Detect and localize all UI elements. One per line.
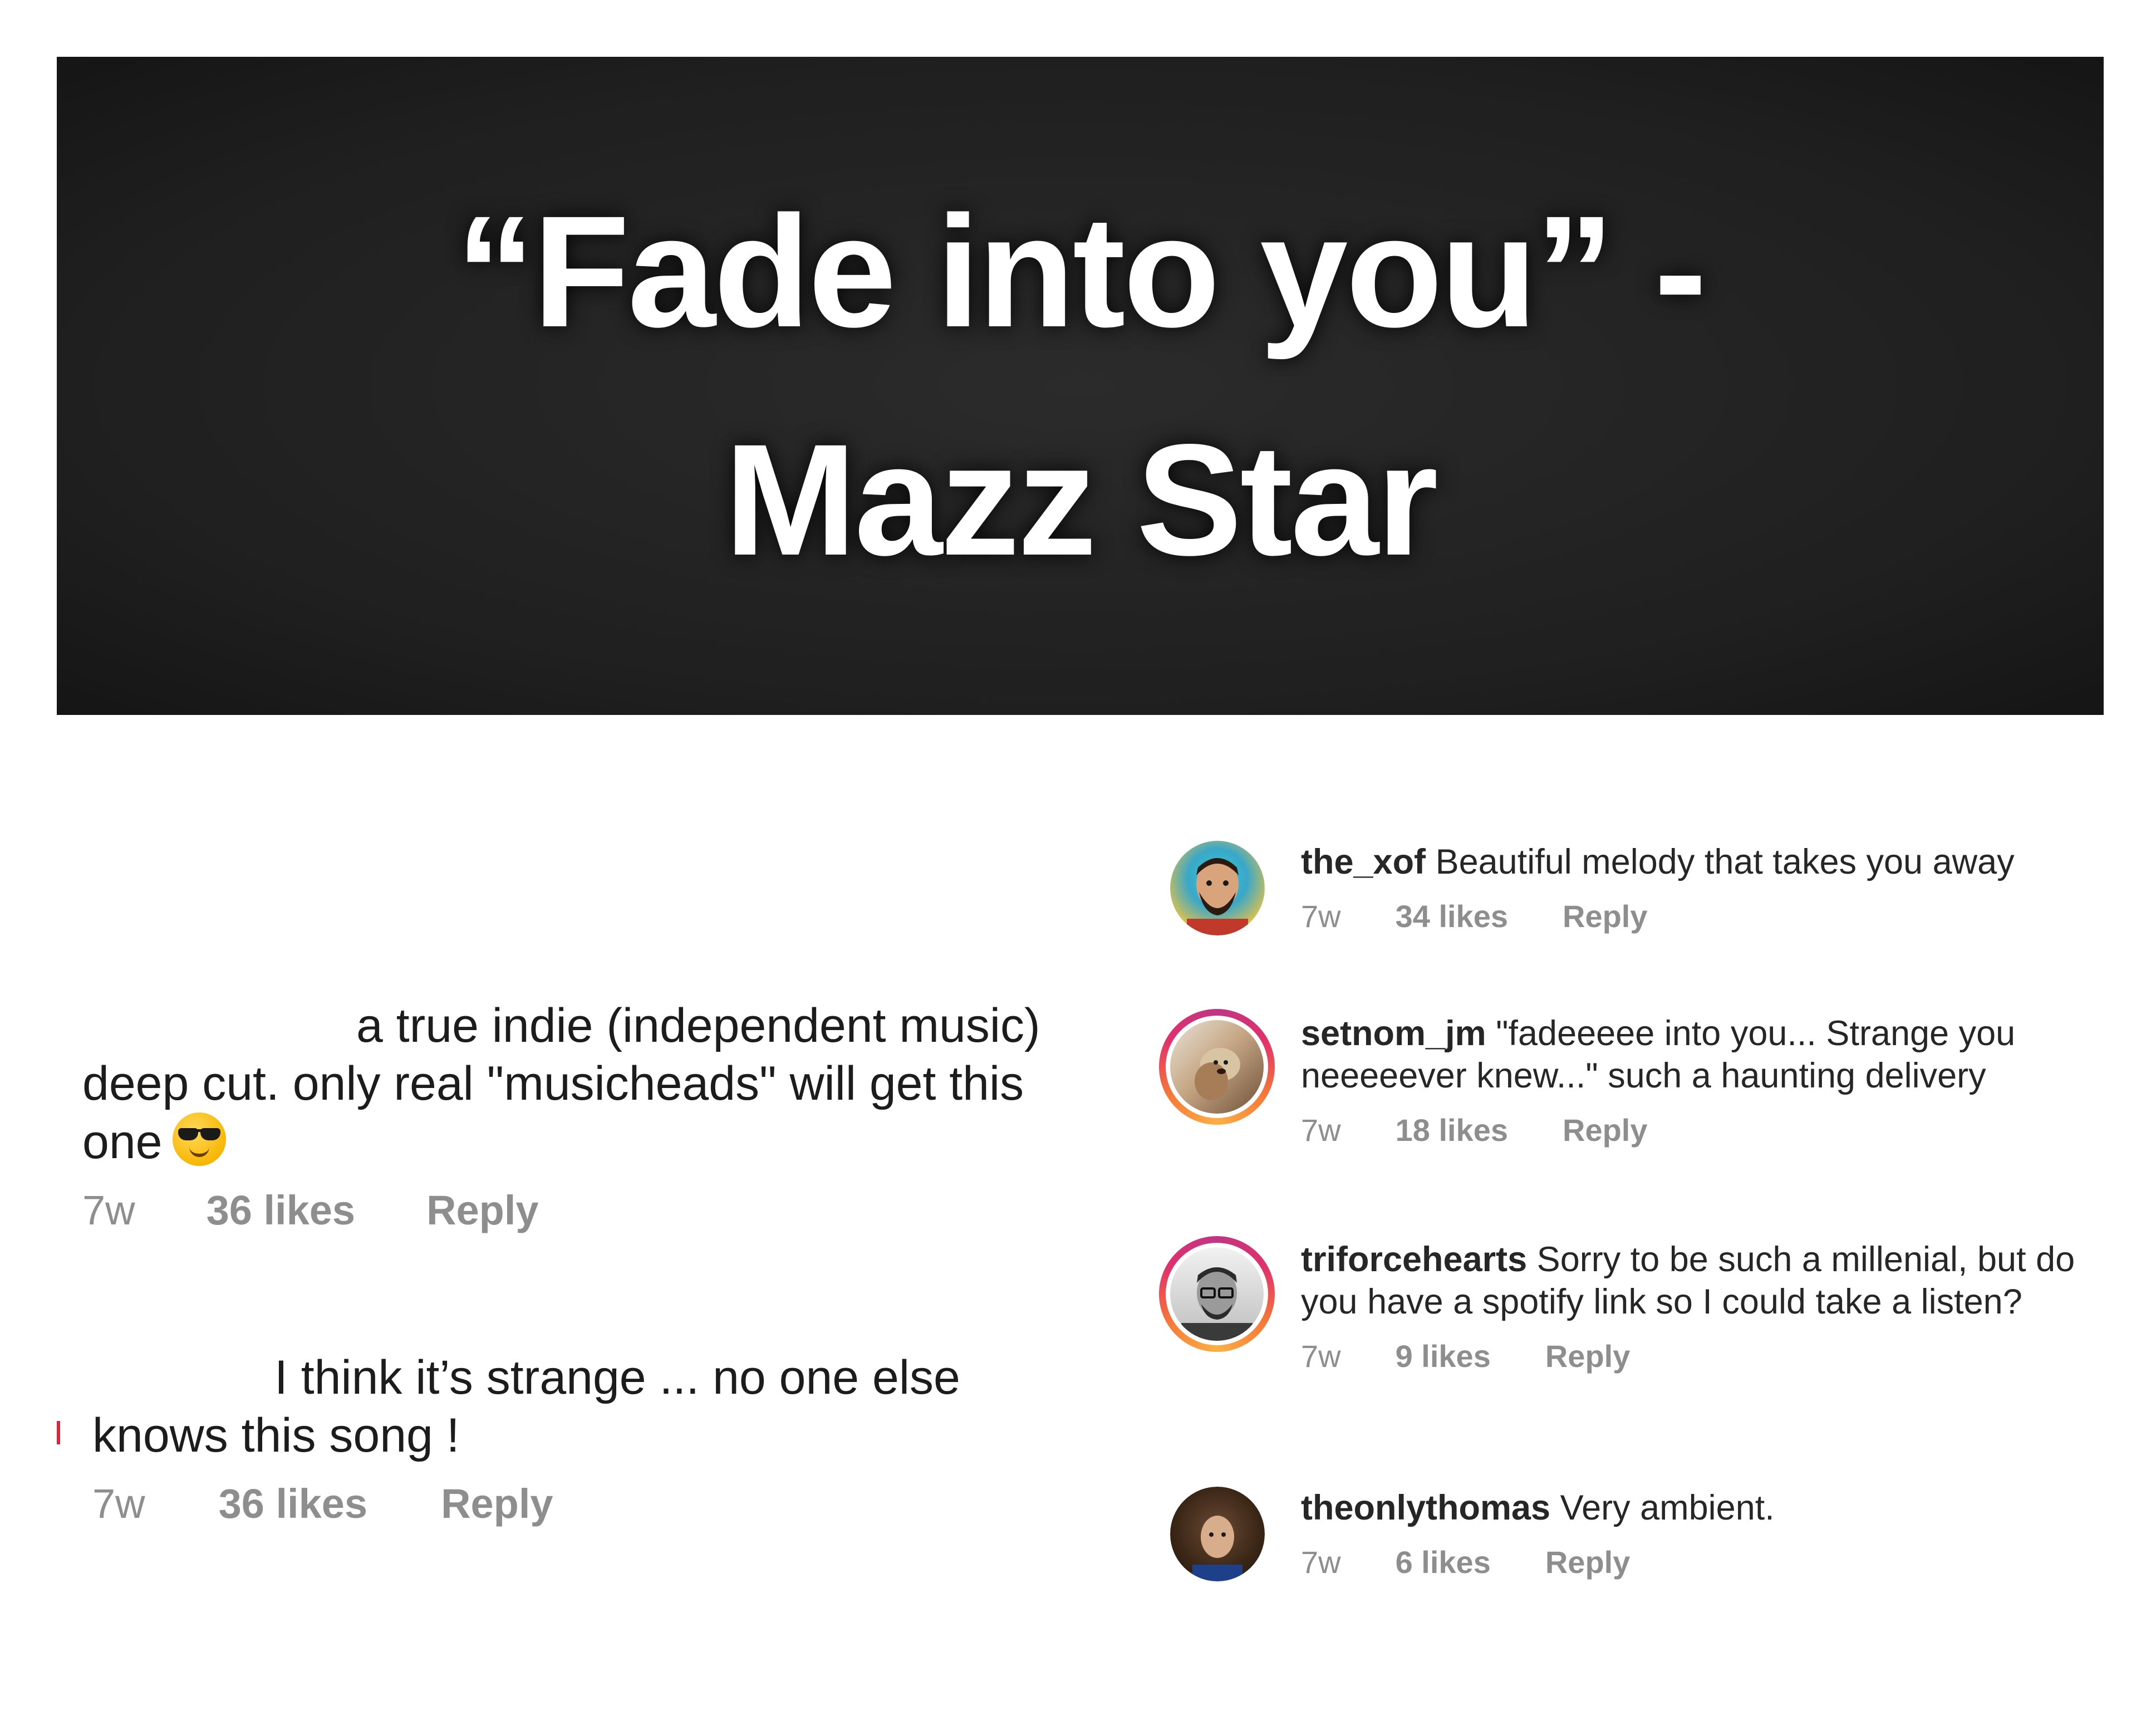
comment-meta: 7w 36 likes Reply: [82, 1187, 1040, 1234]
red-story-ring-fragment: [57, 1421, 60, 1444]
username-link[interactable]: theonlythomas: [1301, 1488, 1550, 1527]
reply-button[interactable]: Reply: [1545, 1335, 1630, 1378]
comment-time: 7w: [1301, 1545, 1341, 1580]
comment-time: 7w: [92, 1481, 145, 1527]
comment-likes-link[interactable]: 34 likes: [1396, 895, 1508, 938]
reply-button[interactable]: Reply: [441, 1480, 553, 1527]
comment-content: setnom_jm "fadeeeee into you... Strange …: [1301, 1012, 2125, 1097]
comment-time: 7w: [1301, 899, 1341, 934]
reply-button[interactable]: Reply: [1563, 895, 1648, 938]
comment-text-line: deep cut. only real "musicheads" will ge…: [82, 1057, 1024, 1110]
dog-photo-avatar-icon: [1170, 1020, 1264, 1114]
comment-meta: 7w 6 likes Reply: [1301, 1541, 2125, 1584]
comment-time: 7w: [1301, 1113, 1341, 1148]
comment-likes-link[interactable]: 18 likes: [1396, 1109, 1508, 1151]
comment-likes-link[interactable]: 36 likes: [207, 1187, 355, 1234]
comment-meta: 7w 18 likes Reply: [1301, 1109, 2125, 1151]
left-comment-2: I think it’s strange ... no one else kno…: [92, 1349, 960, 1527]
comment-likes-link[interactable]: 6 likes: [1396, 1541, 1491, 1584]
comment-content: the_xof Beautiful melody that takes you …: [1301, 841, 2125, 883]
username-link[interactable]: the_xof: [1301, 842, 1426, 881]
curly-hair-avatar-icon: [1170, 1487, 1265, 1581]
sunglasses-emoji-icon: [172, 1113, 226, 1166]
comment-time: 7w: [1301, 1339, 1341, 1374]
comment-meta: 7w 34 likes Reply: [1301, 895, 2125, 938]
comment-body: setnom_jm "fadeeeee into you... Strange …: [1301, 1012, 2125, 1151]
title-banner: “Fade into you” - Mazz Star: [57, 57, 2104, 715]
comment-text-line: I think it’s strange ... no one else: [274, 1351, 960, 1404]
comment-text: Very ambient.: [1560, 1488, 1775, 1527]
comment-content: theonlythomas Very ambient.: [1301, 1487, 2125, 1529]
avatar-story-ring[interactable]: [1159, 1236, 1275, 1352]
avatar[interactable]: [1170, 841, 1265, 935]
man-glasses-avatar-icon: [1170, 1247, 1264, 1341]
comment-text-line: knows this song !: [92, 1409, 460, 1462]
username-link[interactable]: triforcehearts: [1301, 1240, 1527, 1279]
reply-button[interactable]: Reply: [426, 1187, 539, 1234]
left-comment-1: a true indie (independent music) deep cu…: [82, 997, 1040, 1234]
comment-meta: 7w 36 likes Reply: [92, 1480, 960, 1527]
comment-body: theonlythomas Very ambient. 7w 6 likes R…: [1301, 1487, 2125, 1584]
banner-title-line2: Mazz Star: [724, 411, 1438, 589]
comment-text: Beautiful melody that takes you away: [1435, 842, 2015, 881]
comment-text-line: one: [82, 1113, 1040, 1171]
comment-body: the_xof Beautiful melody that takes you …: [1301, 841, 2125, 938]
avatar[interactable]: [1170, 1487, 1265, 1581]
comment-body: triforcehearts Sorry to be such a millen…: [1301, 1238, 2125, 1378]
comment-likes-link[interactable]: 9 likes: [1396, 1335, 1491, 1378]
comment-text-fragment: one: [82, 1115, 163, 1169]
comment-meta: 7w 9 likes Reply: [1301, 1335, 2125, 1378]
comment-text-line: a true indie (independent music): [356, 999, 1040, 1052]
reply-button[interactable]: Reply: [1563, 1109, 1648, 1151]
comment-likes-link[interactable]: 36 likes: [219, 1480, 367, 1527]
avatar-story-ring[interactable]: [1159, 1009, 1275, 1125]
comment-time: 7w: [82, 1187, 135, 1233]
banner-title-line1: “Fade into you” -: [455, 183, 1707, 360]
username-link[interactable]: setnom_jm: [1301, 1014, 1486, 1053]
reply-button[interactable]: Reply: [1545, 1541, 1630, 1584]
man-beard-avatar-icon: [1170, 841, 1265, 935]
comment-content: triforcehearts Sorry to be such a millen…: [1301, 1238, 2125, 1323]
